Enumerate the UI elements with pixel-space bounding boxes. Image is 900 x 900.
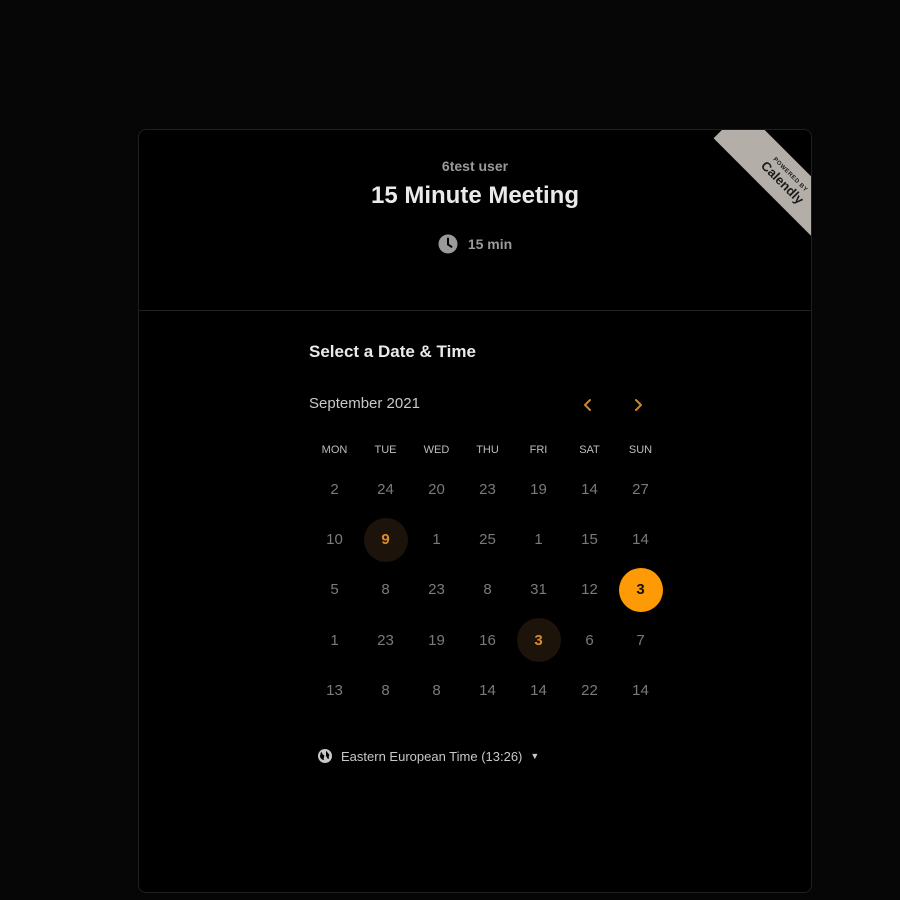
day-cell: 7 — [615, 615, 666, 665]
booking-card: 6test user 15 Minute Meeting 15 min POWE… — [138, 129, 812, 893]
day-number: 14 — [479, 682, 496, 700]
day-number: 27 — [632, 480, 649, 498]
day-cell: 10 — [309, 514, 360, 564]
day-cell: 19 — [513, 464, 564, 514]
day-number: 31 — [530, 581, 547, 599]
day-cell: 5 — [309, 565, 360, 615]
day-number: 14 — [632, 531, 649, 549]
day-number: 23 — [428, 581, 445, 599]
day-number: 1 — [534, 531, 543, 549]
event-duration: 15 min — [139, 234, 811, 254]
day-cell: 27 — [615, 464, 666, 514]
day-cell-available[interactable]: 9 — [360, 514, 411, 564]
day-cell: 14 — [462, 666, 513, 716]
day-cell: 25 — [462, 514, 513, 564]
day-cell: 12 — [564, 565, 615, 615]
weekday-label: WED — [423, 444, 450, 456]
next-month-button[interactable] — [625, 392, 651, 418]
day-cell: 2 — [309, 464, 360, 514]
day-cell: 23 — [411, 565, 462, 615]
day-number: 23 — [479, 480, 496, 498]
day-cell: 14 — [564, 464, 615, 514]
day-number: 13 — [326, 682, 343, 700]
day-cell: 31 — [513, 565, 564, 615]
weekday-label: THU — [476, 444, 499, 456]
day-cell: 14 — [615, 514, 666, 564]
day-number: 8 — [432, 682, 441, 700]
day-number: 24 — [377, 480, 394, 498]
day-cell: 8 — [462, 565, 513, 615]
day-cell: 24 — [360, 464, 411, 514]
day-number: 3 — [618, 567, 663, 612]
day-cell: 14 — [615, 666, 666, 716]
day-cell-selected[interactable]: 3 — [615, 565, 666, 615]
chevron-right-icon — [635, 399, 642, 411]
day-cell: 8 — [411, 666, 462, 716]
day-cell: 23 — [360, 615, 411, 665]
day-number: 19 — [428, 631, 445, 649]
day-number: 12 — [581, 581, 598, 599]
day-number: 20 — [428, 480, 445, 498]
day-number: 25 — [479, 531, 496, 549]
powered-by-ribbon[interactable]: POWERED BY Calendly — [707, 130, 811, 236]
day-number: 14 — [530, 682, 547, 700]
clock-icon — [438, 234, 458, 254]
day-number: 1 — [330, 631, 339, 649]
weekday-label: SUN — [628, 444, 653, 456]
day-cell: 6 — [564, 615, 615, 665]
day-cell: 16 — [462, 615, 513, 665]
day-number: 19 — [530, 480, 547, 498]
day-number: 9 — [363, 517, 408, 562]
day-number: 1 — [432, 531, 441, 549]
day-cell-available[interactable]: 3 — [513, 615, 564, 665]
day-cell: 22 — [564, 666, 615, 716]
day-cell: 14 — [513, 666, 564, 716]
day-cell: 1 — [309, 615, 360, 665]
day-number: 3 — [516, 618, 561, 663]
day-number: 2 — [330, 480, 339, 498]
weekday-header: MON TUE WED THU FRI SAT SUN — [309, 444, 666, 456]
day-number: 14 — [632, 682, 649, 700]
day-cell: 23 — [462, 464, 513, 514]
month-label: September 2021 — [309, 395, 420, 412]
day-number: 8 — [483, 581, 492, 599]
weekday-label: SAT — [579, 444, 600, 456]
day-cell: 19 — [411, 615, 462, 665]
chevron-left-icon — [584, 399, 591, 411]
duration-label: 15 min — [467, 236, 513, 252]
day-number: 8 — [381, 682, 390, 700]
day-number: 16 — [479, 631, 496, 649]
day-cell: 15 — [564, 514, 615, 564]
globe-icon — [318, 749, 332, 763]
weekday-label: TUE — [374, 444, 397, 456]
day-number: 23 — [377, 631, 394, 649]
day-number: 14 — [581, 480, 598, 498]
day-number: 7 — [636, 631, 645, 649]
day-cell: 1 — [513, 514, 564, 564]
day-cell: 8 — [360, 666, 411, 716]
day-cell: 13 — [309, 666, 360, 716]
day-cell: 1 — [411, 514, 462, 564]
day-number: 8 — [381, 581, 390, 599]
ribbon-band: POWERED BY Calendly — [713, 130, 811, 236]
timezone-label: Eastern European Time (13:26) — [341, 748, 523, 764]
caret-down-icon: ▼ — [530, 751, 540, 761]
weekday-label: MON — [321, 444, 348, 456]
day-number: 15 — [581, 531, 598, 549]
prev-month-button[interactable] — [575, 392, 601, 418]
day-number: 6 — [585, 631, 594, 649]
section-title: Select a Date & Time — [309, 342, 476, 361]
timezone-selector[interactable]: Eastern European Time (13:26) ▼ — [317, 748, 539, 764]
day-cell: 8 — [360, 565, 411, 615]
day-cell: 20 — [411, 464, 462, 514]
calendar-grid: 2 24 20 23 19 14 27 10 9 1 25 1 15 14 5 8 23 8 31 12 3 1 23 19 1… — [309, 464, 666, 716]
day-number: 5 — [330, 581, 339, 599]
day-number: 22 — [581, 682, 598, 700]
weekday-label: FRI — [529, 444, 548, 456]
day-number: 10 — [326, 531, 343, 549]
